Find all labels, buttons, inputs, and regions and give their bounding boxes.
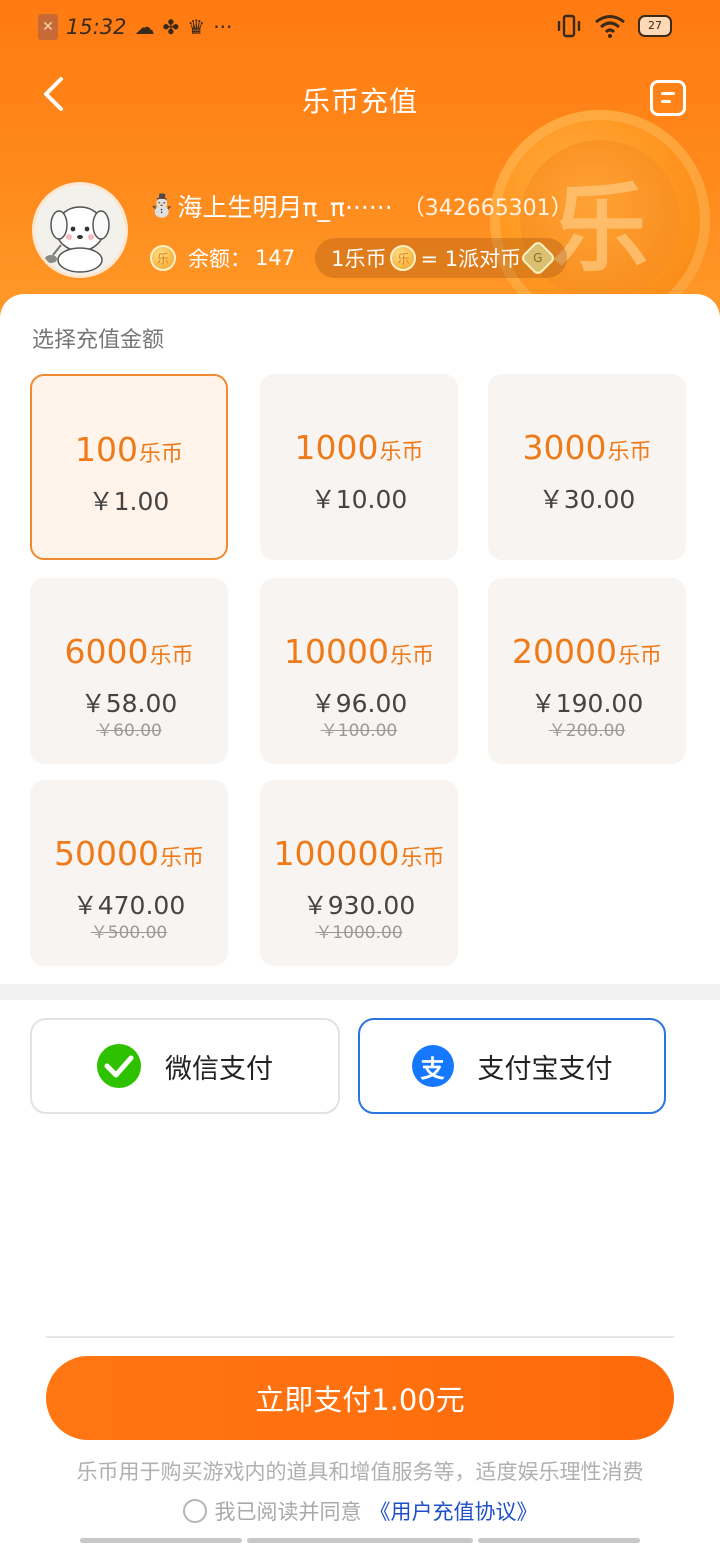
party-coin-icon: G [519,239,557,277]
package-amount-value: 100000 [273,834,400,873]
username-row: ⛄ 海上生明月π_π······ （342665301） [148,188,573,224]
status-bar: ✕ 15:32 ☁ ✤ ♛ ··· 27 [0,0,720,56]
package-original-price: ￥200.00 [548,721,626,741]
alipay-option[interactable]: 支 支付宝支付 [358,1018,666,1114]
package-price: ￥190.00 [530,689,644,718]
package-amount-value: 100 [74,430,138,469]
crown-icon: ♛ [187,15,206,39]
rate-right: = 1派对币 [420,247,522,271]
footer-divider [46,1336,674,1338]
sim-warning-icon: ✕ [38,14,58,40]
alipay-label: 支付宝支付 [477,1053,613,1085]
agree-text: 我已阅读并同意 [214,1500,362,1524]
package-amount: 50000乐币 [30,834,228,873]
package-option[interactable]: 1000乐币 ￥10.00 [260,374,458,560]
package-option[interactable]: 10000乐币 ￥96.00 ￥100.00 [260,578,458,764]
agreement-link[interactable]: 《用户充值协议》 [370,1496,538,1526]
package-amount-unit: 乐币 [159,846,204,871]
wechat-icon [97,1044,141,1088]
package-amount: 100乐币 [32,430,226,469]
consumption-tip: 乐币用于购买游戏内的道具和增值服务等，适度娱乐理性消费 [76,1460,644,1484]
records-button[interactable] [650,80,686,116]
nav-bar: 乐币充值 [0,62,720,134]
section-divider [0,984,720,1000]
agreement-row: 我已阅读并同意 《用户充值协议》 [0,1496,720,1526]
package-original-price: ￥100.00 [320,721,398,741]
alipay-icon: 支 [411,1045,454,1087]
package-option[interactable]: 100000乐币 ￥930.00 ￥1000.00 [260,780,458,966]
header-banner: 乐 ✕ 15:32 ☁ ✤ ♛ ··· 27 乐币充值 ⛄ 海上生明月π_π··… [0,0,720,330]
wifi-icon [595,15,625,38]
rate-left: 1乐币 [331,247,387,271]
package-option[interactable]: 50000乐币 ￥470.00 ￥500.00 [30,780,228,966]
package-amount-value: 6000 [64,632,149,671]
package-amount-unit: 乐币 [379,440,424,465]
package-amount-value: 50000 [54,834,159,873]
package-amount: 1000乐币 [260,428,458,467]
wechat-pay-option[interactable]: 微信支付 [30,1018,340,1114]
vibrate-icon [557,14,581,38]
package-amount-value: 3000 [522,428,607,467]
le-coin-icon: 乐 [150,245,176,271]
le-coin-icon: 乐 [390,245,417,271]
dog-avatar-icon [45,206,110,273]
package-amount: 10000乐币 [260,632,458,671]
package-amount: 100000乐币 [260,834,458,873]
package-original-price: ￥60.00 [96,721,162,741]
package-price: ￥1.00 [88,487,170,516]
package-amount: 3000乐币 [488,428,686,467]
package-amount-unit: 乐币 [138,442,183,467]
wechat-pay-label: 微信支付 [165,1053,273,1085]
package-amount-value: 20000 [512,632,617,671]
package-amount-unit: 乐币 [607,440,652,465]
package-amount-unit: 乐币 [400,846,445,871]
exchange-rate-pill: 1乐币 乐 = 1派对币 G [315,238,568,278]
agree-checkbox[interactable] [182,1499,207,1523]
package-option[interactable]: 3000乐币 ￥30.00 [488,374,686,560]
balance-value: 147 [255,246,296,270]
package-option[interactable]: 20000乐币 ￥190.00 ￥200.00 [488,578,686,764]
snowman-icon: ⛄ [148,193,176,219]
home-indicator [247,1538,473,1543]
user-id: （342665301） [402,196,573,221]
package-price: ￥10.00 [310,485,408,514]
package-amount-unit: 乐币 [389,644,434,669]
package-price: ￥930.00 [302,891,416,920]
recharge-card: 选择充值金额 100乐币 ￥1.00 1000乐币 ￥10.00 3000乐币 ￥30.0… [0,294,720,994]
package-amount-unit: 乐币 [149,644,194,669]
section-title: 选择充值金额 [32,328,165,353]
package-price: ￥58.00 [80,689,178,718]
package-amount-value: 10000 [284,632,389,671]
package-original-price: ￥1000.00 [315,923,403,943]
package-amount-value: 1000 [294,428,379,467]
balance-row: 乐 余额： 147 1乐币 乐 = 1派对币 G [150,238,568,278]
page-title: 乐币充值 [301,85,418,118]
fan-icon: ✤ [162,15,180,39]
status-time: 15:32 [66,15,127,39]
package-amount-unit: 乐币 [617,644,662,669]
pay-now-button[interactable]: 立即支付1.00元 [46,1356,674,1440]
package-price: ￥470.00 [72,891,186,920]
balance-label: 余额： [188,247,251,271]
package-price: ￥30.00 [538,485,636,514]
package-amount: 20000乐币 [488,632,686,671]
package-option[interactable]: 100乐币 ￥1.00 [30,374,228,560]
package-option[interactable]: 6000乐币 ￥58.00 ￥60.00 [30,578,228,764]
recharge-screen: 乐 ✕ 15:32 ☁ ✤ ♛ ··· 27 乐币充值 ⛄ 海上生明月π_π··… [0,0,720,1544]
more-dots-icon: ··· [213,15,233,39]
home-indicator [478,1538,640,1543]
avatar [32,182,128,278]
home-indicator [80,1538,242,1543]
package-price: ￥96.00 [310,689,408,718]
cloud-icon: ☁ [134,15,155,39]
package-amount: 6000乐币 [30,632,228,671]
package-original-price: ￥500.00 [90,923,168,943]
username: 海上生明月π_π······ [177,193,393,222]
battery-icon: 27 [638,15,672,37]
